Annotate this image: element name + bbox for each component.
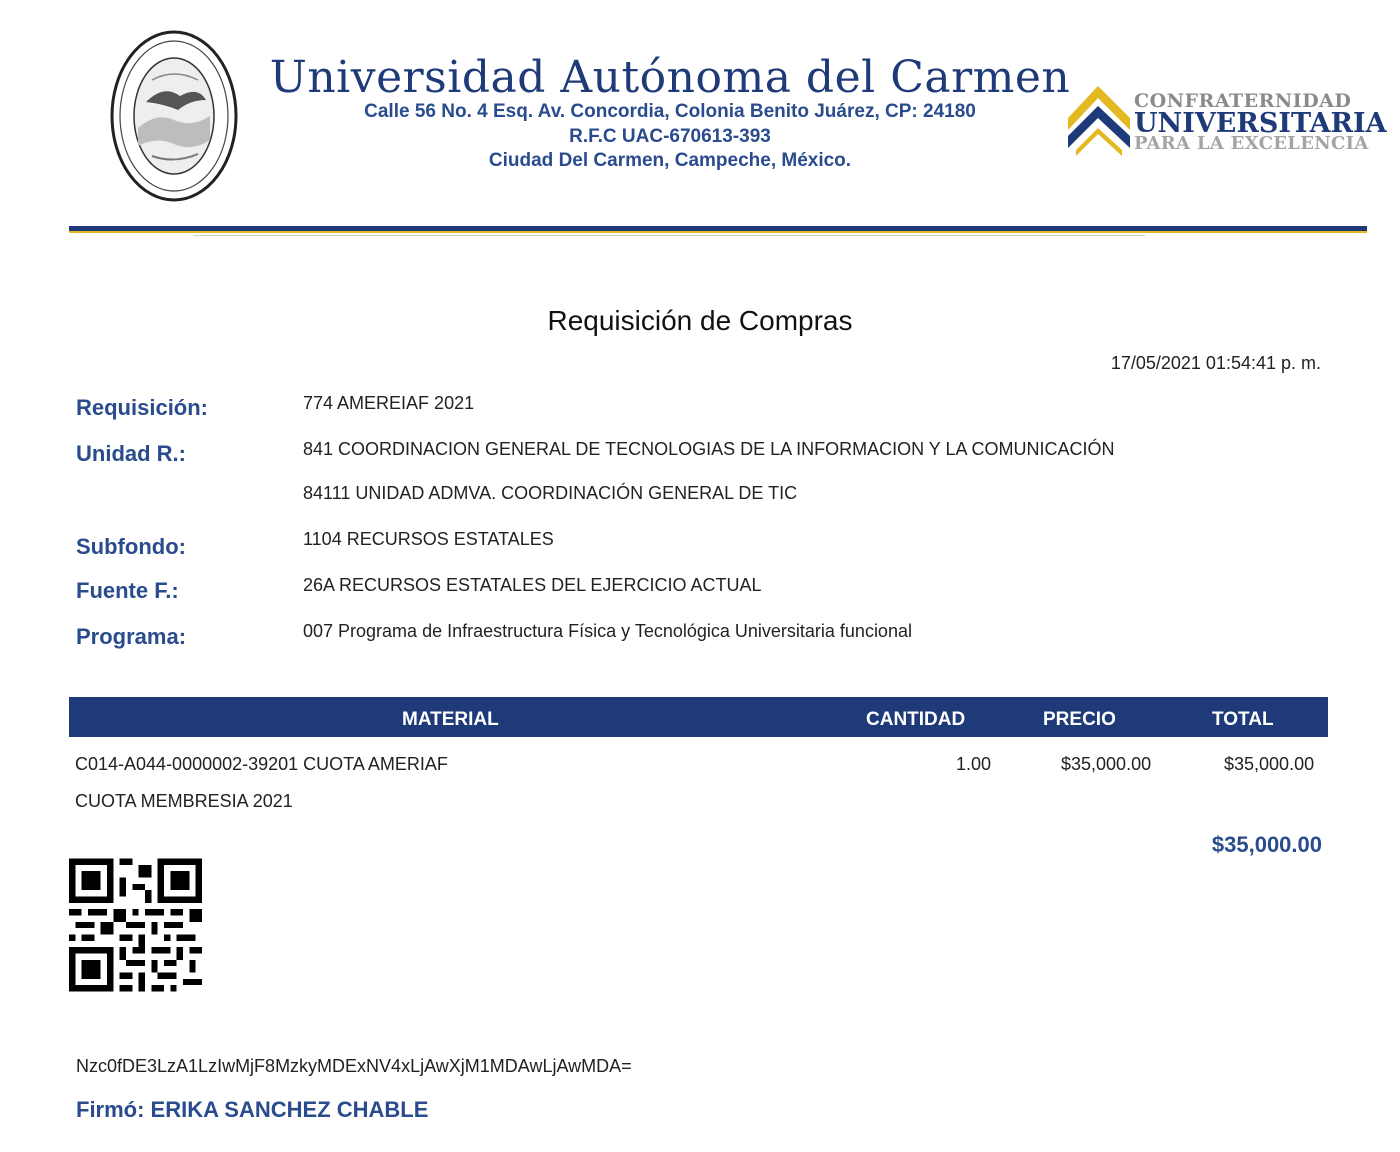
row-description: CUOTA MEMBRESIA 2021 bbox=[75, 791, 293, 811]
chevron-logo-icon bbox=[1068, 86, 1130, 156]
table-header: MATERIAL CANTIDAD PRECIO TOTAL bbox=[69, 697, 1328, 737]
signature-hash: Nzc0fDE3LzA1LzIwMjF8MzkyMDExNV4xLjAwXjM1… bbox=[76, 1056, 632, 1076]
row-total: $35,000.00 bbox=[1224, 754, 1315, 774]
row-precio: $35,000.00 bbox=[1061, 754, 1152, 774]
signed-by: Firmó: ERIKA SANCHEZ CHABLE bbox=[76, 1097, 429, 1122]
fuente-label: Fuente F.: bbox=[76, 578, 179, 603]
column-header-total: TOTAL bbox=[1212, 709, 1274, 730]
column-header-cantidad: CANTIDAD bbox=[866, 709, 966, 730]
programa-value: 007 Programa de Infraestructura Física y… bbox=[303, 621, 912, 641]
address-line-3: Ciudad Del Carmen, Campeche, México. bbox=[488, 150, 852, 171]
header-divider-accent bbox=[69, 231, 1367, 233]
document-title: Requisición de Compras bbox=[547, 305, 853, 336]
requisicion-label: Requisición: bbox=[76, 395, 209, 420]
university-seal-icon bbox=[110, 30, 238, 202]
logo-line-3: PARA LA EXCELENCIA bbox=[1134, 133, 1369, 154]
row-material: C014-A044-0000002-39201 CUOTA AMERIAF bbox=[75, 754, 448, 774]
row-cantidad: 1.00 bbox=[956, 754, 992, 774]
university-name: Universidad Autónoma del Carmen bbox=[269, 52, 1071, 103]
unidad-value-1: 841 COORDINACION GENERAL DE TECNOLOGIAS … bbox=[303, 439, 1115, 459]
unidad-value-2: 84111 UNIDAD ADMVA. COORDINACIÓN GENERAL… bbox=[303, 483, 798, 503]
document-datetime: 17/05/2021 01:54:41 p. m. bbox=[1110, 353, 1321, 373]
programa-label: Programa: bbox=[76, 624, 187, 649]
fuente-value: 26A RECURSOS ESTATALES DEL EJERCICIO ACT… bbox=[303, 575, 762, 595]
unidad-label: Unidad R.: bbox=[76, 441, 186, 466]
qr-code-icon bbox=[69, 858, 202, 992]
subfondo-value: 1104 RECURSOS ESTATALES bbox=[303, 529, 554, 549]
address-line-1: Calle 56 No. 4 Esq. Av. Concordia, Colon… bbox=[364, 101, 976, 122]
subfondo-label: Subfondo: bbox=[76, 534, 186, 559]
address-line-2: R.F.C UAC-670613-393 bbox=[569, 126, 771, 147]
grand-total: $35,000.00 bbox=[1211, 832, 1322, 857]
confraternidad-logo: CONFRATERNIDAD UNIVERSITARIA PARA LA EXC… bbox=[1064, 78, 1387, 162]
requisicion-value: 774 AMEREIAF 2021 bbox=[303, 393, 475, 413]
header-divider-thin bbox=[193, 235, 1145, 236]
column-header-precio: PRECIO bbox=[1043, 709, 1116, 730]
column-header-material: MATERIAL bbox=[402, 709, 499, 730]
